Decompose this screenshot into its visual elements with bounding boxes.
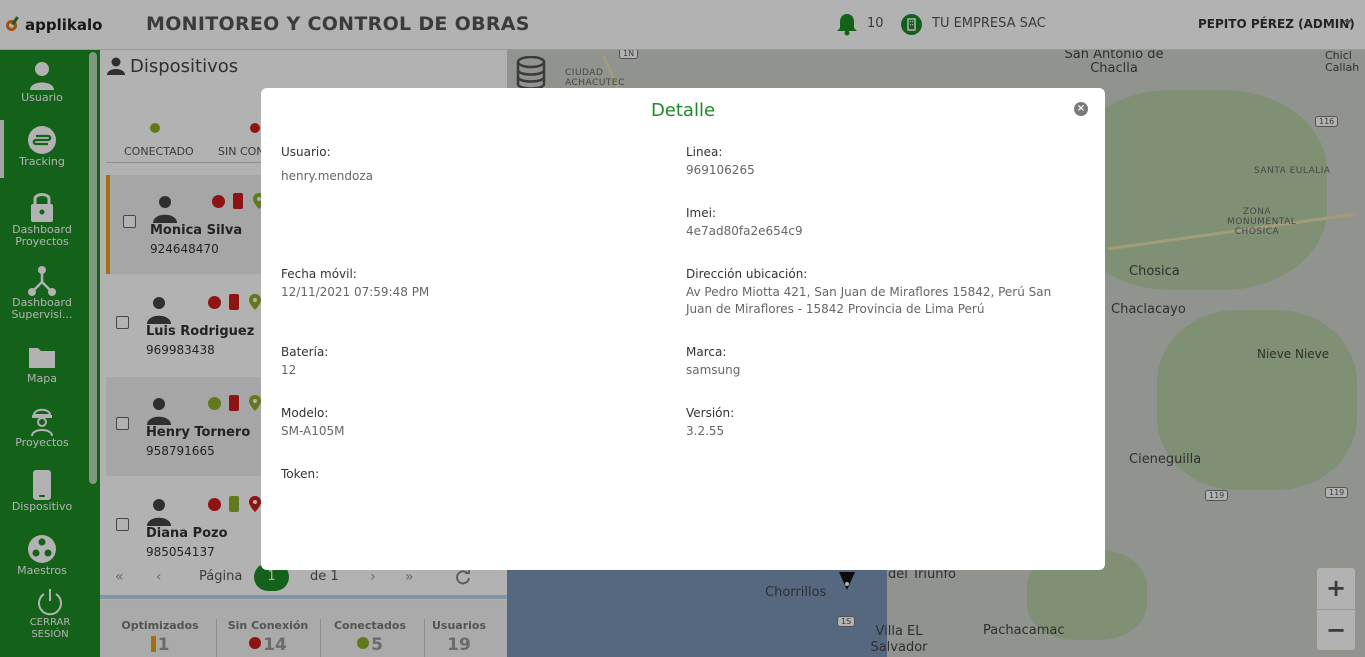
field-label-direccion: Dirección ubicación: <box>686 267 808 281</box>
field-label-bateria: Batería: <box>281 345 329 359</box>
field-label-marca: Marca: <box>686 345 727 359</box>
field-value-fecha: 12/11/2021 07:59:48 PM <box>281 285 430 299</box>
field-value-marca: samsung <box>686 363 741 377</box>
close-icon[interactable]: × <box>1074 102 1088 116</box>
field-value-bateria: 12 <box>281 363 297 377</box>
field-label-linea: Linea: <box>686 145 723 159</box>
field-label-token: Token: <box>281 467 320 481</box>
field-value-imei: 4e7ad80fa2e654c9 <box>686 224 803 238</box>
detail-modal: Detalle × Usuario: henry.mendoza Linea: … <box>261 88 1105 570</box>
field-label-version: Versión: <box>686 406 735 420</box>
field-value-usuario: henry.mendoza <box>281 169 374 183</box>
field-value-modelo: SM-A105M <box>281 424 345 438</box>
field-value-linea: 969106265 <box>686 163 755 177</box>
modal-title: Detalle <box>650 100 716 121</box>
field-value-version: 3.2.55 <box>686 424 725 438</box>
field-value-direccion: Av Pedro Miotta 421, San Juan de Miraflo… <box>686 285 1052 316</box>
field-label-fecha: Fecha móvil: <box>281 267 357 281</box>
field-label-modelo: Modelo: <box>281 406 329 420</box>
field-label-imei: Imei: <box>686 206 716 220</box>
field-label-usuario: Usuario: <box>281 145 331 159</box>
